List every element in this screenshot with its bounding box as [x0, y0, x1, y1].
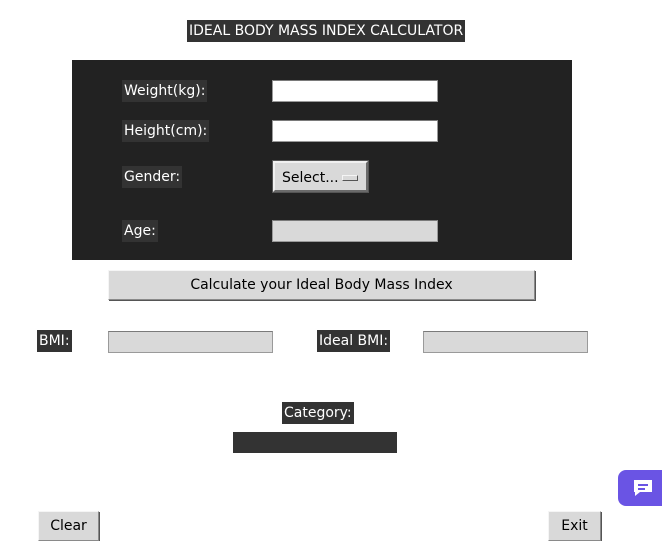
ideal-bmi-output	[423, 331, 588, 353]
bmi-output	[108, 331, 273, 353]
ideal-bmi-label: Ideal BMI:	[317, 330, 391, 352]
gender-select[interactable]: Select...	[272, 160, 369, 193]
age-label: Age:	[122, 220, 158, 242]
clear-button[interactable]: Clear	[38, 511, 99, 541]
gender-select-value: Select...	[282, 170, 339, 186]
weight-label: Weight(kg):	[122, 80, 208, 102]
weight-input[interactable]	[272, 80, 438, 102]
category-output	[233, 432, 397, 453]
age-input[interactable]	[272, 220, 438, 242]
height-input[interactable]	[272, 120, 438, 142]
gender-label: Gender:	[122, 166, 183, 188]
input-panel: Weight(kg): Height(cm): Gender: Select..…	[72, 60, 572, 260]
chat-bubble-icon	[634, 480, 652, 496]
dropdown-indicator-icon	[342, 175, 358, 181]
chat-button[interactable]	[618, 470, 662, 506]
height-label: Height(cm):	[122, 120, 210, 142]
calculate-button[interactable]: Calculate your Ideal Body Mass Index	[108, 270, 535, 300]
page-title: IDEAL BODY MASS INDEX CALCULATOR	[187, 20, 466, 42]
bmi-label: BMI:	[37, 330, 72, 352]
category-label: Category:	[282, 402, 354, 424]
exit-button[interactable]: Exit	[548, 511, 601, 541]
